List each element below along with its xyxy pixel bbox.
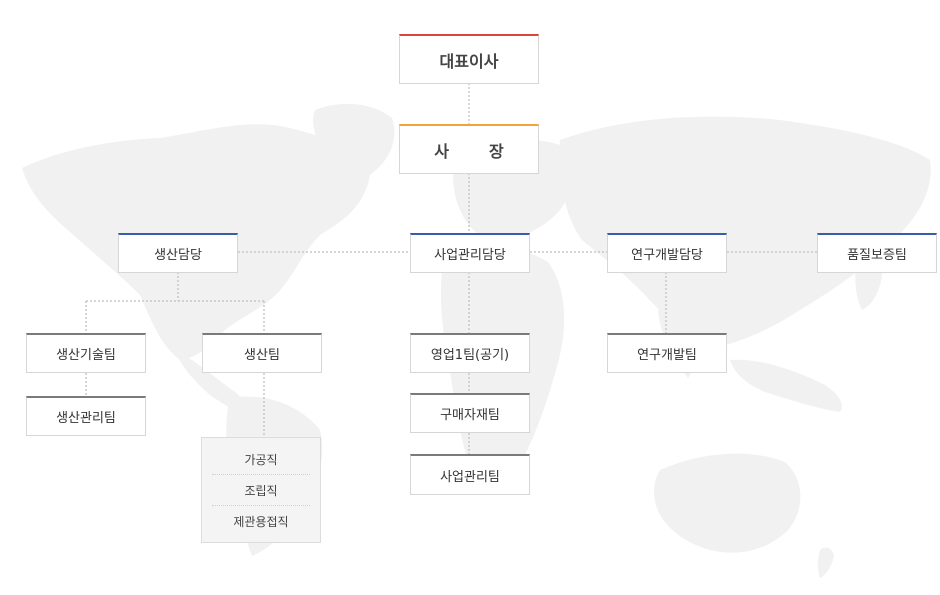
- list-item: 제관용접직: [233, 514, 289, 529]
- team-production-tech-box: 생산기술팀: [26, 333, 146, 373]
- president-box: 사장: [399, 124, 539, 174]
- team-sales1-label: 영업1팀(공기): [430, 348, 510, 363]
- dept-production-label: 생산담당: [154, 248, 202, 263]
- ceo-box: 대표이사: [399, 34, 539, 84]
- dept-business-box: 사업관리담당: [410, 233, 530, 273]
- team-purchasing-box: 구매자재팀: [410, 393, 530, 433]
- dept-rnd-box: 연구개발담당: [607, 233, 727, 273]
- dept-quality-label: 품질보증팀: [847, 248, 907, 263]
- dept-business-label: 사업관리담당: [434, 248, 506, 263]
- team-production-box: 생산팀: [202, 333, 322, 373]
- team-production-mgmt-label: 생산관리팀: [56, 411, 116, 426]
- team-purchasing-label: 구매자재팀: [440, 408, 500, 423]
- production-jobs-list: 가공직 조립직 제관용접직: [201, 437, 321, 543]
- list-item: 조립직: [212, 475, 310, 506]
- ceo-label: 대표이사: [439, 51, 499, 71]
- team-sales1-box: 영업1팀(공기): [410, 333, 530, 373]
- team-rnd-box: 연구개발팀: [607, 333, 727, 373]
- dept-quality-box: 품질보증팀: [817, 233, 937, 273]
- team-production-tech-label: 생산기술팀: [56, 348, 116, 363]
- org-chart: 대표이사 사장 생산담당 사업관리담당 연구개발담당 품질보증팀 생산기술팀 생…: [0, 0, 940, 595]
- connector-lines: [85, 83, 817, 454]
- dept-rnd-label: 연구개발담당: [631, 248, 703, 263]
- team-production-label: 생산팀: [244, 348, 280, 363]
- president-label: 사장: [434, 141, 544, 161]
- team-production-mgmt-box: 생산관리팀: [26, 396, 146, 436]
- team-business-mgmt-box: 사업관리팀: [410, 454, 530, 495]
- dept-production-box: 생산담당: [118, 233, 238, 273]
- team-business-mgmt-label: 사업관리팀: [440, 469, 500, 485]
- list-item: 가공직: [212, 444, 310, 475]
- team-rnd-label: 연구개발팀: [637, 348, 697, 363]
